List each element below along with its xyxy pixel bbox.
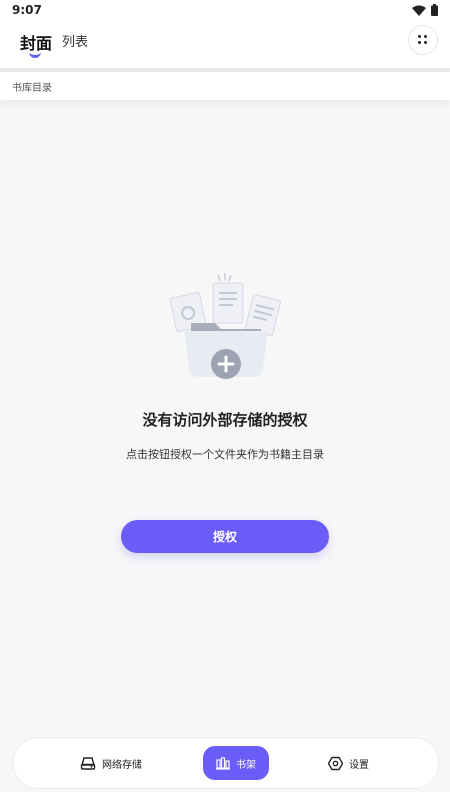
wifi-icon	[412, 5, 426, 16]
empty-state-title: 没有访问外部存储的授权	[142, 411, 308, 429]
bottom-nav: 网络存储 书架 设置	[13, 737, 439, 789]
bookshelf-icon	[216, 756, 230, 770]
nav-bookshelf[interactable]: 书架	[203, 746, 269, 780]
status-time: 9:07	[12, 3, 42, 17]
breadcrumb[interactable]: 书库目录	[12, 79, 52, 94]
top-header: 封面 列表	[0, 22, 450, 68]
nav-bookshelf-label: 书架	[236, 759, 256, 771]
status-icons	[412, 4, 438, 16]
empty-folder-illustration	[169, 273, 282, 379]
nav-settings-label: 设置	[349, 759, 369, 771]
nav-network-label: 网络存储	[102, 759, 142, 771]
status-bar: 9:07	[0, 0, 450, 22]
empty-state-description: 点击按钮授权一个文件夹作为书籍主目录	[126, 448, 324, 461]
battery-icon	[431, 4, 438, 16]
cloud-drive-icon	[80, 757, 96, 770]
authorize-button[interactable]: 授权	[121, 520, 329, 553]
tab-active-indicator	[29, 51, 41, 58]
system-nav-area	[0, 792, 450, 800]
gear-icon	[328, 756, 343, 770]
nav-settings[interactable]: 设置	[328, 746, 369, 780]
more-options-button[interactable]	[408, 25, 438, 55]
breadcrumb-bar: 书库目录	[0, 72, 450, 100]
tab-list[interactable]: 列表	[62, 31, 88, 50]
nav-network-storage[interactable]: 网络存储	[80, 746, 142, 780]
